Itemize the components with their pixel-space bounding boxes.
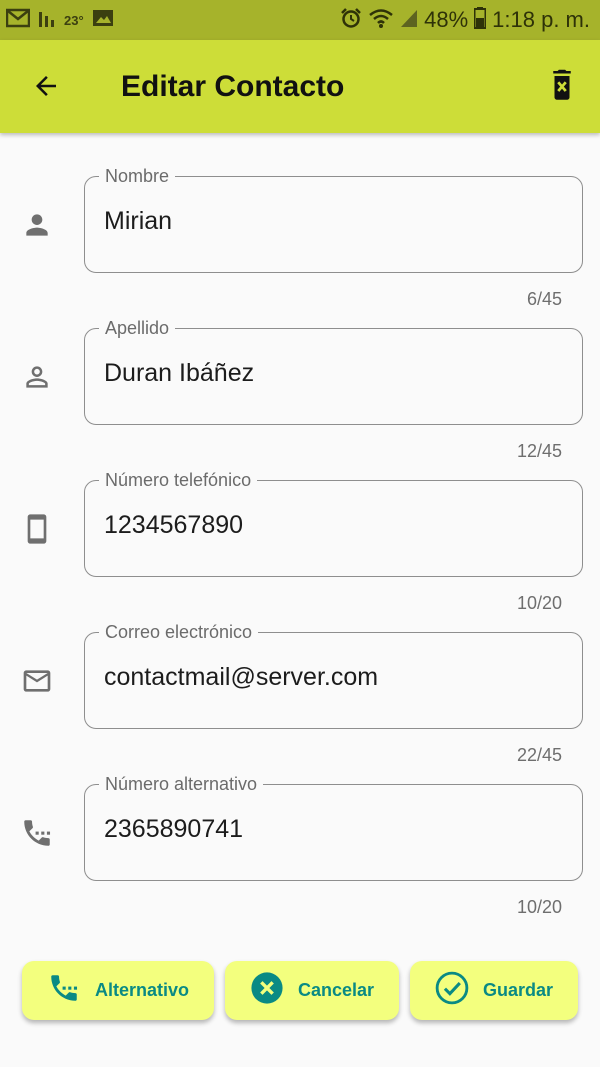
check-circle-icon [435,971,469,1010]
person-outline-icon [17,357,57,397]
cell-signal-icon [400,8,418,33]
nombre-counter: 6/45 [526,289,562,309]
field-alternativo: Número alternativo 2365890741 10/20 [0,774,600,934]
cancel-circle-icon [250,971,284,1010]
field-telefono: Número telefónico 1234567890 10/20 [0,470,600,630]
battery-percent: 48% [424,7,469,32]
nombre-label: Nombre [99,166,176,187]
nombre-value: Mirian [104,207,173,235]
correo-value: contactmail@server.com [104,663,379,691]
telefono-input[interactable]: Número telefónico 1234567890 [84,470,583,577]
telefono-value: 1234567890 [104,511,244,539]
temperature: 23° [64,12,84,28]
telefono-label: Número telefónico [99,470,258,491]
alternativo-input[interactable]: Número alternativo 2365890741 [84,774,583,881]
field-nombre: Nombre Mirian 6/45 [0,166,600,326]
page-title: Editar Contacto [121,70,345,103]
delete-button[interactable] [542,68,582,108]
arrow-back-icon [31,71,61,106]
telefono-counter: 10/20 [516,593,562,613]
cancel-button[interactable]: Cancelar [225,961,399,1020]
clock: 1:18 p. m. [492,7,590,32]
status-bar: 23° 48% 1:18 p. m. [0,0,600,40]
smartphone-icon [17,509,57,549]
field-correo: Correo electrónico contactmail@server.co… [0,622,600,782]
gmail-icon [5,8,31,33]
correo-counter: 22/45 [516,745,562,765]
delete-icon [547,69,577,108]
apellido-label: Apellido [99,318,176,339]
alternativo-button-label: Alternativo [94,980,190,1000]
save-button[interactable]: Guardar [410,961,578,1020]
apellido-counter: 12/45 [516,441,562,461]
dialpad-phone-icon [17,813,57,853]
wifi-icon [368,7,394,34]
nombre-input[interactable]: Nombre Mirian [84,166,583,273]
image-icon [92,8,114,33]
alarm-icon [340,7,362,34]
apellido-input[interactable]: Apellido Duran Ibáñez [84,318,583,425]
alternativo-button[interactable]: Alternativo [22,961,214,1020]
alternativo-counter: 10/20 [516,897,562,917]
apellido-value: Duran Ibáñez [104,359,255,387]
correo-input[interactable]: Correo electrónico contactmail@server.co… [84,622,583,729]
signal-bars-icon [38,8,56,33]
mail-outline-icon [17,661,57,701]
alternativo-label: Número alternativo [99,774,264,795]
correo-label: Correo electrónico [99,622,259,643]
field-apellido: Apellido Duran Ibáñez 12/45 [0,318,600,478]
alternativo-value: 2365890741 [104,815,244,843]
back-button[interactable] [26,68,66,108]
app-bar: Editar Contacto [0,40,600,133]
cancel-button-label: Cancelar [297,980,375,1000]
person-icon [17,205,57,245]
dialpad-phone-icon [47,971,81,1010]
status-bar-right: 48% 1:18 p. m. [340,6,600,34]
battery-icon [473,6,487,34]
save-button-label: Guardar [482,980,554,1000]
status-bar-left: 23° [0,8,114,33]
